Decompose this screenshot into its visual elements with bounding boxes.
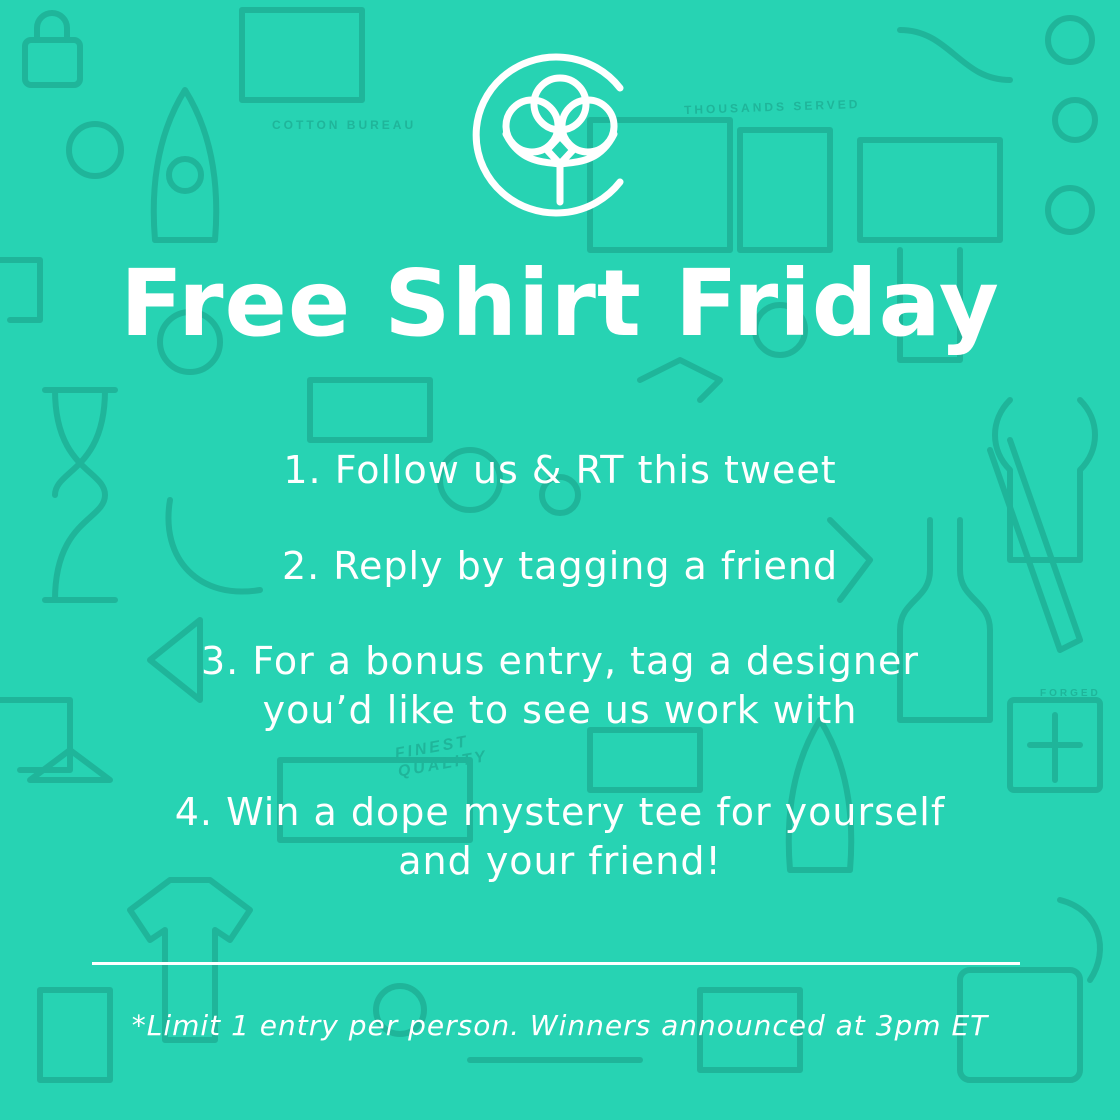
- cotton-bureau-logo-icon: [472, 53, 624, 217]
- rule-item-4: 4. Win a dope mystery tee for yourself a…: [174, 790, 946, 884]
- divider-line: [92, 962, 1020, 965]
- rule-item-1: 1. Follow us & RT this tweet: [283, 448, 837, 492]
- headline: Free Shirt Friday: [120, 250, 1000, 357]
- bg-brand-text: COTTON BUREAU: [272, 118, 417, 132]
- promo-canvas: COTTON BUREAU THOUSANDS SERVED FINEST QU…: [0, 0, 1120, 1120]
- bg-forged-text: FORGED: [1040, 688, 1101, 699]
- footnote: *Limit 1 entry per person. Winners annou…: [131, 1009, 989, 1042]
- rule-item-2: 2. Reply by tagging a friend: [281, 544, 839, 588]
- rule-item-3: 3. For a bonus entry, tag a designer you…: [200, 639, 919, 733]
